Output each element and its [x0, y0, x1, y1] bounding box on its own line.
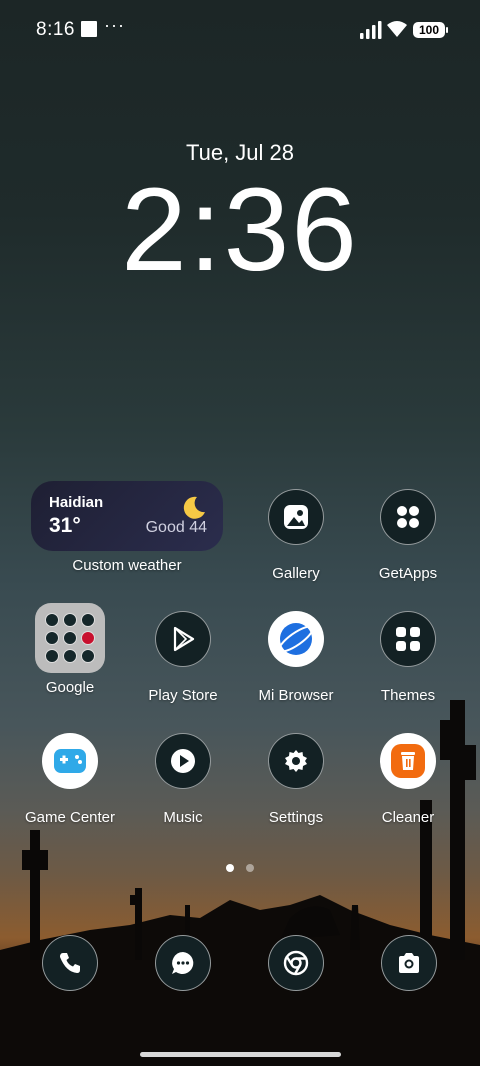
clock-time[interactable]: 2:36 — [0, 160, 480, 300]
app-label-game-center: Game Center — [24, 809, 116, 826]
weather-widget[interactable]: Haidian 31° Good 44 — [31, 481, 223, 551]
browser-icon — [268, 611, 324, 667]
app-label-settings: Settings — [268, 809, 324, 826]
app-play-store[interactable]: Play Store — [133, 611, 233, 711]
app-getapps[interactable]: GetApps — [358, 489, 458, 589]
page-indicator[interactable] — [226, 864, 254, 872]
air-quality: Good 44 — [145, 519, 207, 536]
google-folder[interactable] — [35, 603, 105, 673]
app-music[interactable]: Music — [133, 733, 233, 833]
wifi-icon — [387, 21, 407, 37]
folder-app-grid — [44, 612, 96, 664]
folder-app-icon — [81, 630, 96, 645]
phone-icon[interactable] — [42, 935, 98, 991]
chrome-icon[interactable] — [268, 935, 324, 991]
app-label-google: Google — [45, 679, 95, 696]
folder-app-icon — [62, 612, 77, 627]
battery-icon: 100 — [413, 22, 448, 38]
cleaner-icon — [380, 733, 436, 789]
weather-temperature: 31° — [49, 514, 81, 537]
gallery-icon — [268, 489, 324, 545]
app-gallery[interactable]: Gallery — [246, 489, 346, 589]
weather-city: Haidian — [49, 494, 104, 511]
app-label-getapps: GetApps — [378, 565, 438, 582]
status-bar: 8:16 ··· 100 — [0, 0, 480, 62]
app-game-center[interactable]: Game Center — [20, 733, 120, 833]
app-label-themes: Themes — [380, 687, 436, 704]
status-time: 8:16 — [36, 19, 75, 40]
signal-icon — [360, 21, 382, 39]
moon-icon — [183, 496, 205, 519]
game-center-icon — [42, 733, 98, 789]
app-cleaner[interactable]: Cleaner — [358, 733, 458, 833]
page-dot-1 — [226, 864, 234, 872]
settings-icon — [268, 733, 324, 789]
app-label-play-store: Play Store — [148, 687, 218, 704]
camera-icon[interactable] — [381, 935, 437, 991]
page-dot-2 — [246, 864, 254, 872]
app-themes[interactable]: Themes — [358, 611, 458, 711]
weather-widget-label: Custom weather — [72, 557, 182, 574]
home-indicator[interactable] — [140, 1052, 341, 1057]
play-store-icon — [155, 611, 211, 667]
folder-app-icon — [81, 612, 96, 627]
notification-icon — [81, 21, 97, 37]
themes-icon — [380, 611, 436, 667]
app-label-gallery: Gallery — [272, 565, 320, 582]
folder-app-icon — [44, 630, 59, 645]
app-mi-browser[interactable]: Mi Browser — [246, 611, 346, 711]
getapps-icon — [380, 489, 436, 545]
app-settings[interactable]: Settings — [246, 733, 346, 833]
folder-app-icon — [44, 612, 59, 627]
folder-app-icon — [62, 630, 77, 645]
folder-app-icon — [44, 649, 59, 664]
app-label-mi-browser: Mi Browser — [258, 687, 334, 704]
app-label-cleaner: Cleaner — [381, 809, 435, 826]
folder-app-icon — [81, 649, 96, 664]
more-notifications-icon: ··· — [104, 15, 125, 35]
folder-app-icon — [62, 649, 77, 664]
app-label-music: Music — [163, 809, 203, 826]
messages-icon[interactable] — [155, 935, 211, 991]
music-icon — [155, 733, 211, 789]
